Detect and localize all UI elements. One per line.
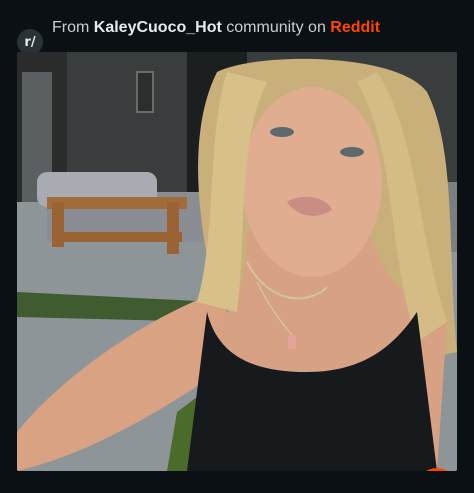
title-prefix: From xyxy=(52,19,94,36)
reddit-embed-card: r/ From KaleyCuoco_Hot community on Redd… xyxy=(0,0,474,493)
selfie-photo xyxy=(17,52,457,471)
reddit-snoo-icon xyxy=(426,468,448,471)
subreddit-link[interactable]: KaleyCuoco_Hot xyxy=(94,19,222,36)
embed-title: From KaleyCuoco_Hot community on Reddit xyxy=(52,19,380,37)
title-middle: community on xyxy=(221,19,331,36)
embed-header: r/ From KaleyCuoco_Hot community on Redd… xyxy=(0,0,474,55)
reddit-link[interactable]: Reddit xyxy=(330,19,380,36)
post-image[interactable] xyxy=(17,52,457,471)
